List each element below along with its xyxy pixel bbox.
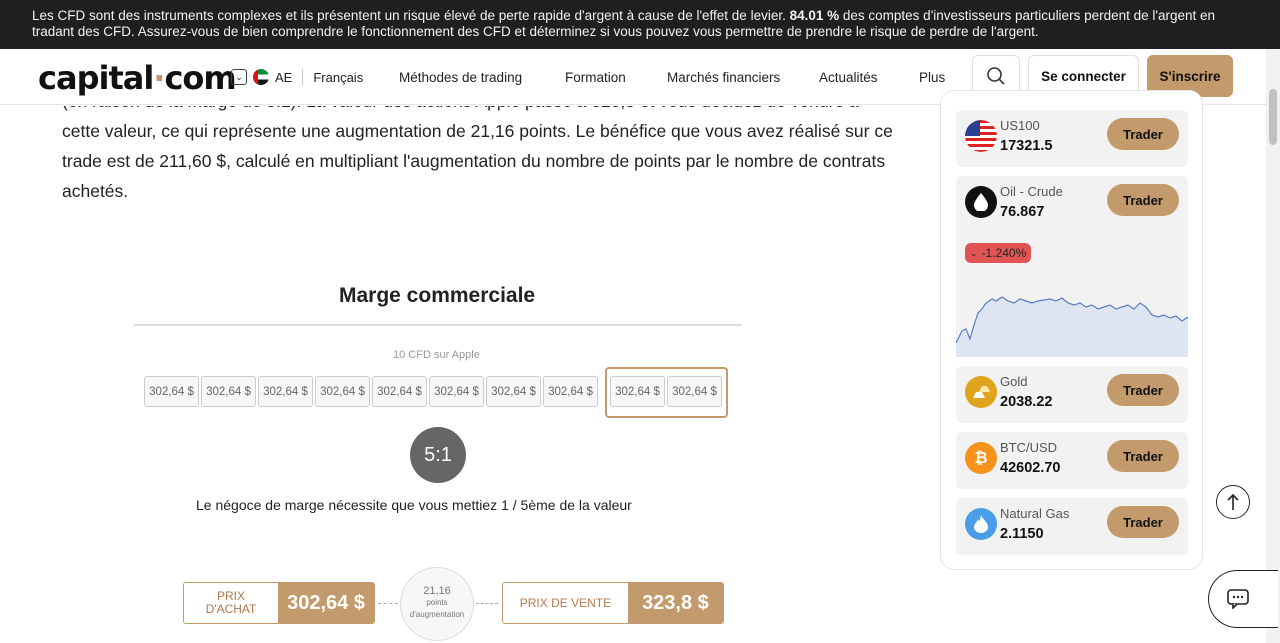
- article-paragraph: cette valeur, ce qui représente une augm…: [62, 121, 893, 201]
- article-viewport: (en raison de la marge de 5:1). La valeu…: [0, 106, 930, 643]
- article-partial-line: (en raison de la marge de 5:1). La valeu…: [62, 106, 912, 116]
- search-icon: [987, 67, 1005, 85]
- chat-button[interactable]: [1208, 570, 1278, 628]
- margin-ratio-circle: 5:1: [410, 427, 466, 483]
- points-value: 21,16: [423, 585, 451, 597]
- region-selector[interactable]: ⌄ AE Français: [231, 69, 363, 85]
- us-flag-icon: [965, 120, 997, 152]
- instrument-price: 2038.22: [1000, 394, 1053, 410]
- instrument-price: 2.1150: [1000, 526, 1044, 542]
- points-label: points: [426, 598, 448, 607]
- bitcoin-icon: ₿: [965, 442, 997, 474]
- buy-price-box: PRIX D'ACHAT 302,64 $: [183, 582, 375, 624]
- cfd-cells-row: 302,64 $ 302,64 $ 302,64 $ 302,64 $ 302,…: [144, 376, 598, 407]
- instrument-name: Oil - Crude: [1000, 184, 1063, 199]
- instrument-price: 42602.70: [1000, 460, 1061, 476]
- risk-percent: 84.01 %: [789, 8, 840, 23]
- instrument-name: Gold: [1000, 374, 1028, 389]
- instrument-price: 76.867: [1000, 204, 1045, 220]
- instrument-card-oil[interactable]: Oil - Crude 76.867 Trader ⌄ -1.240%: [956, 176, 1188, 357]
- infographic-subtitle: 10 CFD sur Apple: [393, 349, 480, 361]
- nav-item-plus[interactable]: Plus: [919, 70, 945, 85]
- page-scrollbar[interactable]: [1266, 49, 1280, 643]
- connector-line: [378, 603, 398, 604]
- instrument-price: 17321.5: [1000, 138, 1053, 154]
- gas-flame-icon: [965, 508, 997, 540]
- cfd-cell: 302,64 $: [315, 376, 370, 407]
- article-text: (en raison de la marge de 5:1). La valeu…: [62, 106, 912, 206]
- cfd-cell: 302,64 $: [144, 376, 199, 407]
- cfd-cell: 302,64 $: [201, 376, 256, 407]
- cfd-highlighted-cells: 302,64 $ 302,64 $: [610, 376, 722, 407]
- risk-warning-banner: Les CFD sont des instruments complexes e…: [0, 0, 1280, 49]
- instrument-name: US100: [1000, 118, 1040, 133]
- language-selector[interactable]: Français: [313, 70, 363, 85]
- buy-price-label: PRIX D'ACHAT: [184, 583, 279, 623]
- cfd-cell: 302,64 $: [543, 376, 598, 407]
- connector-line: [476, 603, 498, 604]
- margin-ratio-note: Le négoce de marge nécessite que vous me…: [196, 497, 632, 513]
- cfd-cell: 302,64 $: [486, 376, 541, 407]
- scrollbar-thumb[interactable]: [1269, 89, 1277, 145]
- trade-button[interactable]: Trader: [1107, 374, 1179, 406]
- nav-item-marches[interactable]: Marchés financiers: [667, 70, 780, 85]
- instrument-card-us100[interactable]: US100 17321.5 Trader: [956, 110, 1188, 167]
- trade-button[interactable]: Trader: [1107, 506, 1179, 538]
- risk-text-before: Les CFD sont des instruments complexes e…: [32, 8, 790, 23]
- nav-item-actualites[interactable]: Actualités: [819, 70, 878, 85]
- chevron-down-icon: ⌄: [970, 247, 978, 258]
- nav-item-formation[interactable]: Formation: [565, 70, 626, 85]
- change-value: -1.240%: [981, 246, 1027, 260]
- infographic-divider: [134, 324, 742, 326]
- oil-sparkline-chart: [956, 296, 1188, 357]
- arrow-up-icon: [1227, 493, 1239, 510]
- change-badge: ⌄ -1.240%: [965, 243, 1032, 263]
- trade-button[interactable]: Trader: [1107, 184, 1179, 216]
- instrument-name: BTC/USD: [1000, 440, 1058, 455]
- instrument-card-btc[interactable]: ₿ BTC/USD 42602.70 Trader: [956, 432, 1188, 489]
- oil-drop-icon: [965, 186, 997, 218]
- cfd-cell-highlighted: 302,64 $: [667, 376, 722, 407]
- uae-flag-icon: [253, 69, 269, 85]
- nav-item-methodes[interactable]: Méthodes de trading: [399, 70, 522, 85]
- capital-com-logo[interactable]: capital·com: [38, 59, 237, 97]
- sell-price-label: PRIX DE VENTE: [503, 583, 628, 623]
- buy-price-value: 302,64 $: [278, 583, 374, 623]
- instrument-name: Natural Gas: [1000, 506, 1070, 521]
- trade-button[interactable]: Trader: [1107, 440, 1179, 472]
- infographic-title: Marge commerciale: [339, 284, 536, 307]
- sell-price-value: 323,8 $: [627, 583, 723, 623]
- points-label-2: d'augmentation: [409, 610, 465, 619]
- instrument-card-gold[interactable]: Gold 2038.22 Trader: [956, 366, 1188, 423]
- cfd-cell-highlighted: 302,64 $: [610, 376, 665, 407]
- chevron-down-icon: ⌄: [231, 69, 247, 85]
- back-to-top-button[interactable]: [1216, 485, 1250, 519]
- instrument-card-natural-gas[interactable]: Natural Gas 2.1150 Trader: [956, 498, 1188, 555]
- trade-button[interactable]: Trader: [1107, 118, 1179, 150]
- gold-bars-icon: [965, 376, 997, 408]
- cfd-cell: 302,64 $: [429, 376, 484, 407]
- sell-price-box: PRIX DE VENTE 323,8 $: [502, 582, 724, 624]
- cfd-cell: 302,64 $: [372, 376, 427, 407]
- region-code: AE: [275, 69, 293, 85]
- markets-sidebar: US100 17321.5 Trader Oil - Crude 76.867 …: [940, 90, 1203, 570]
- points-increase-circle: 21,16 points d'augmentation: [400, 567, 474, 641]
- cfd-cell: 302,64 $: [258, 376, 313, 407]
- chat-icon: [1226, 589, 1249, 609]
- divider: [302, 69, 304, 85]
